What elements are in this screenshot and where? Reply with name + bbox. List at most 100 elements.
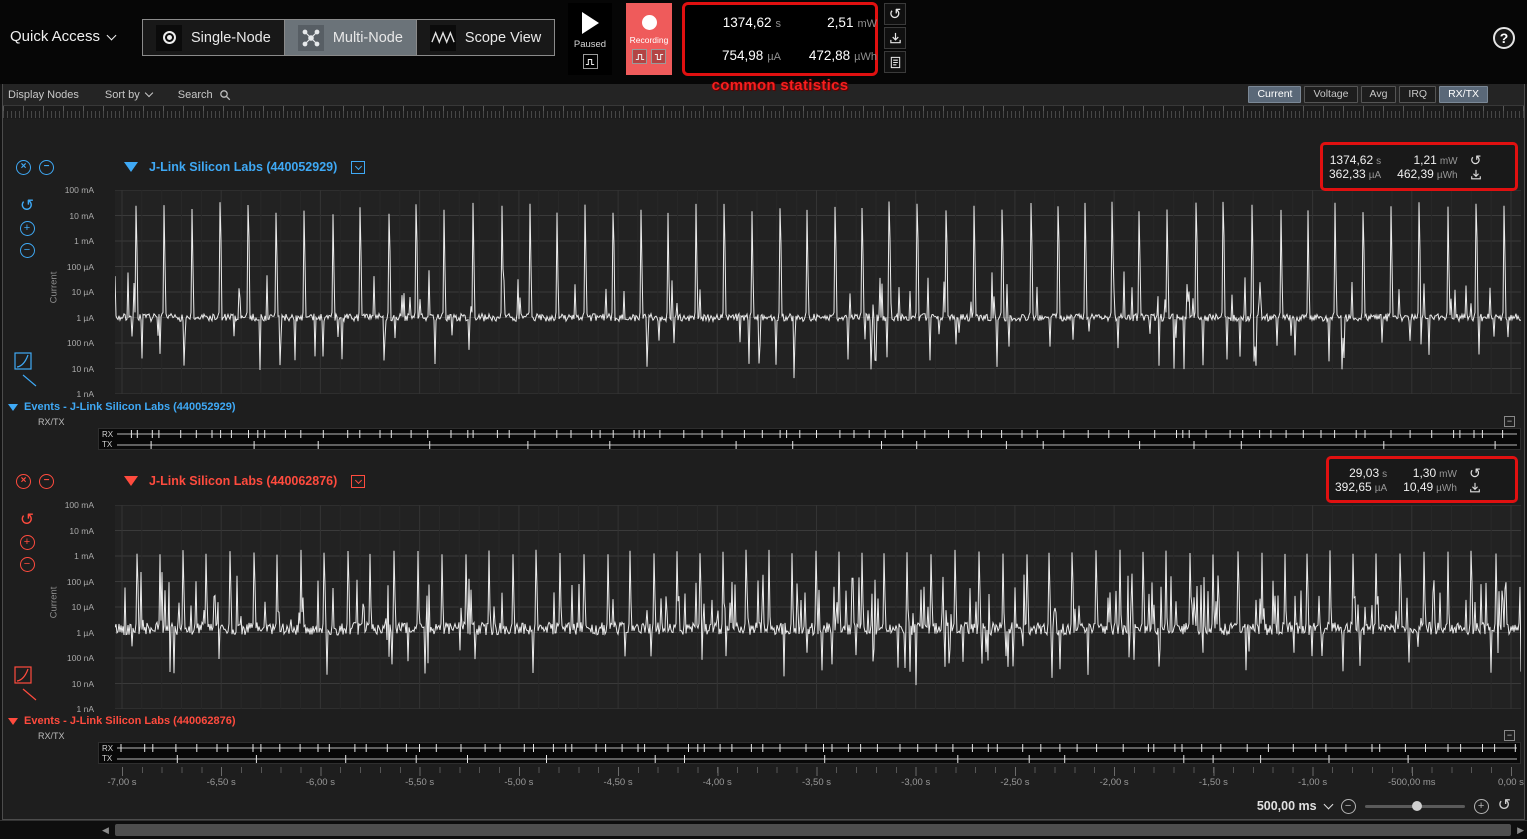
measurement-tabs: Current Voltage Avg IRQ RX/TX xyxy=(1248,86,1488,103)
node2-stat-current: 392,65µA xyxy=(1335,480,1387,494)
node1-scale-toggle-icon[interactable] xyxy=(14,352,38,388)
node1-stat-current: 362,33µA xyxy=(1329,167,1381,181)
node2-scale-toggle-icon[interactable] xyxy=(14,666,38,702)
scroll-left-arrow[interactable]: ◀ xyxy=(102,825,109,836)
horizontal-scrollbar[interactable]: ◀ ▶ xyxy=(0,820,1527,839)
node2-y-axis: 100 mA10 mA1 mA100 µA10 µA1 µA100 nA10 n… xyxy=(58,505,96,709)
node1-close-icon[interactable]: × xyxy=(16,160,31,175)
pulse-toggle-icon[interactable] xyxy=(583,54,598,69)
node2-rxtx-collapse-icon[interactable]: − xyxy=(1504,730,1515,741)
node1-rxtx-strip[interactable]: RX TX xyxy=(98,428,1521,450)
sort-by-menu[interactable]: Sort by xyxy=(105,89,152,101)
node1-reset-stats-icon[interactable]: ↺ xyxy=(1470,153,1482,167)
session-statistics-panel: 1374,62s 2,51mW 754,98µA 472,88µWh xyxy=(682,2,878,76)
paused-label: Paused xyxy=(574,39,606,50)
node1-events-title[interactable]: Events - J-Link Silicon Labs (440052929) xyxy=(8,400,236,414)
time-axis-major-ticks xyxy=(115,767,1521,776)
top-ruler xyxy=(3,106,1524,119)
rx-label: RX xyxy=(102,744,113,753)
recording-label: Recording xyxy=(630,35,669,45)
node2-stat-power: 1,30mW xyxy=(1403,466,1457,480)
zoom-slider-handle[interactable] xyxy=(1412,801,1422,811)
record-icon xyxy=(642,15,657,30)
single-node-button[interactable]: Single-Node xyxy=(143,20,285,55)
node1-options-icon[interactable] xyxy=(351,161,365,174)
node2-hide-icon[interactable]: − xyxy=(39,474,54,489)
node1-stat-time: 1374,62s xyxy=(1329,153,1381,167)
node1-rxtx-collapse-icon[interactable]: − xyxy=(1504,416,1515,427)
reset-statistics-icon[interactable]: ↺ xyxy=(884,3,906,25)
scrollbar-thumb[interactable] xyxy=(115,824,1511,836)
toolbar: Quick Access Single-Node Multi-Node xyxy=(0,0,1527,84)
node2-rxtx-strip[interactable]: RX TX xyxy=(98,742,1521,764)
stat-recording-time: 1374,62s xyxy=(689,15,781,30)
node2-rxtx-label: RX/TX xyxy=(38,731,65,741)
stat-avg-power: 2,51mW xyxy=(781,15,877,30)
tab-current[interactable]: Current xyxy=(1248,86,1301,103)
node1-current-chart[interactable] xyxy=(115,190,1521,394)
zoom-out-button[interactable]: − xyxy=(1341,799,1356,814)
toolbar-side-icons: ↺ xyxy=(884,3,906,73)
export-data-icon[interactable] xyxy=(884,27,906,49)
tab-rxtx[interactable]: RX/TX xyxy=(1439,86,1488,103)
node2-options-icon[interactable] xyxy=(351,475,365,488)
quick-access-label: Quick Access xyxy=(10,28,100,45)
stat-total-energy: 472,88µWh xyxy=(781,48,877,63)
zoom-in-button[interactable]: + xyxy=(1474,799,1489,814)
multi-node-button[interactable]: Multi-Node xyxy=(285,20,417,55)
record-button[interactable]: Recording xyxy=(626,3,672,75)
node1-expand-triangle-icon[interactable] xyxy=(124,162,138,172)
tab-irq[interactable]: IRQ xyxy=(1399,86,1436,103)
node1-zoom-out-icon[interactable]: − xyxy=(20,243,35,258)
node2-zoom-out-icon[interactable]: − xyxy=(20,557,35,572)
zoom-bar: 500,00 ms − + ↺ xyxy=(1257,796,1511,816)
time-axis: -7,00 s-6,50 s-6,00 s-5,50 s-5,00 s-4,50… xyxy=(0,777,1527,791)
rx-label: RX xyxy=(102,430,113,439)
play-button[interactable]: Paused xyxy=(568,3,612,75)
tab-voltage[interactable]: Voltage xyxy=(1304,86,1357,103)
node1-rxtx-events xyxy=(117,429,1517,451)
zoom-reset-button[interactable]: ↺ xyxy=(1498,798,1511,814)
node1-header: × − J-Link Silicon Labs (440052929) xyxy=(3,152,365,182)
node2-expand-triangle-icon[interactable] xyxy=(124,476,138,486)
search-icon xyxy=(219,89,231,101)
pulse-toggle-icon[interactable] xyxy=(632,49,647,64)
search-control[interactable]: Search xyxy=(178,89,231,101)
pulse-toggle-icon[interactable] xyxy=(651,49,666,64)
node1-hide-icon[interactable]: − xyxy=(39,160,54,175)
node2-stat-energy: 10,49µWh xyxy=(1403,480,1457,494)
node2-zoom-in-icon[interactable]: + xyxy=(20,535,35,550)
node2-events-triangle-icon xyxy=(8,718,18,725)
single-node-label: Single-Node xyxy=(191,30,271,46)
scope-view-button[interactable]: Scope View xyxy=(417,20,554,55)
node1-export-icon[interactable] xyxy=(1470,169,1482,181)
zoom-slider[interactable] xyxy=(1365,805,1465,808)
node2-close-icon[interactable]: × xyxy=(16,474,31,489)
chevron-down-icon xyxy=(145,89,153,97)
node2-reset-stats-icon[interactable]: ↺ xyxy=(1469,466,1481,480)
scroll-right-arrow[interactable]: ▶ xyxy=(1517,825,1524,836)
node1-statistics-box: 1374,62s 1,21mW 362,33µA 462,39µWh ↺ xyxy=(1320,142,1518,191)
tx-label: TX xyxy=(102,754,112,763)
node1-zoom-in-icon[interactable]: + xyxy=(20,221,35,236)
quick-access-menu[interactable]: Quick Access xyxy=(10,28,115,45)
node2-statistics-box: 29,03s 1,30mW 392,65µA 10,49µWh ↺ xyxy=(1326,456,1518,503)
help-button[interactable]: ? xyxy=(1493,27,1515,49)
node2-zoom-controls: ↺ + − xyxy=(18,511,36,572)
single-node-icon xyxy=(156,25,182,51)
node1-rxtx-label: RX/TX xyxy=(38,417,65,427)
node2-stat-time: 29,03s xyxy=(1335,466,1387,480)
view-mode-switcher: Single-Node Multi-Node Scope View xyxy=(142,19,555,56)
node2-events-title[interactable]: Events - J-Link Silicon Labs (440062876) xyxy=(8,714,236,728)
node1-reset-zoom-icon[interactable]: ↺ xyxy=(20,197,34,214)
node2-export-icon[interactable] xyxy=(1469,482,1481,494)
node2-title: J-Link Silicon Labs (440062876) xyxy=(149,474,337,488)
report-icon[interactable] xyxy=(884,51,906,73)
chevron-down-icon xyxy=(1323,800,1333,810)
annotation-common-statistics: common statistics xyxy=(690,77,870,94)
zoom-window-select[interactable]: 500,00 ms xyxy=(1257,799,1332,813)
node2-reset-zoom-icon[interactable]: ↺ xyxy=(20,511,34,528)
node1-stat-energy: 462,39µWh xyxy=(1397,167,1457,181)
node2-current-chart[interactable] xyxy=(115,505,1521,709)
tab-avg[interactable]: Avg xyxy=(1361,86,1397,103)
